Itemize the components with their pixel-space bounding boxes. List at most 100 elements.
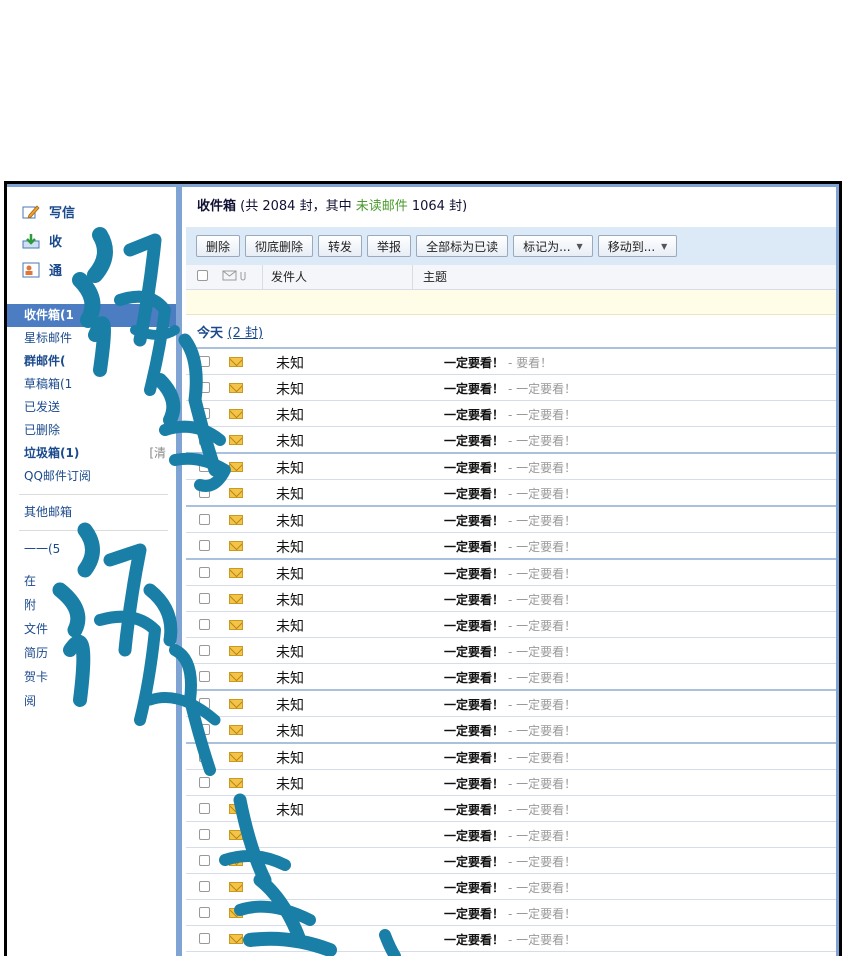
row-checkbox[interactable]: [199, 777, 210, 788]
tool-item[interactable]: 一一(5: [7, 537, 176, 561]
folder-inbox[interactable]: 收件箱(1: [7, 304, 176, 327]
row-checkbox[interactable]: [199, 514, 210, 525]
mail-row[interactable]: 未知 一定要看！ - 一定要看！: [186, 480, 836, 507]
subject-text[interactable]: 一定要看！: [444, 931, 504, 948]
row-checkbox[interactable]: [199, 356, 210, 367]
row-checkbox[interactable]: [199, 382, 210, 393]
forward-button[interactable]: 转发: [318, 235, 363, 257]
row-checkbox[interactable]: [199, 540, 210, 551]
mail-row[interactable]: 未知 一定要看！ - 一定要看！: [186, 770, 836, 796]
tool-item[interactable]: 阅: [7, 689, 176, 713]
group-count-link[interactable]: (2 封): [228, 326, 264, 341]
subject-text[interactable]: 一定要看！: [444, 827, 504, 844]
subject-text[interactable]: 一定要看！: [444, 591, 504, 608]
row-checkbox[interactable]: [199, 698, 210, 709]
mail-row[interactable]: 未知 一定要看！ - 一定要看！: [186, 638, 836, 664]
folder-spam[interactable]: 垃圾箱(1) [清: [7, 442, 176, 465]
subject-text[interactable]: 一定要看！: [444, 905, 504, 922]
other-mailboxes-link[interactable]: 其他邮箱: [7, 501, 176, 524]
subject-text[interactable]: 一定要看！: [444, 775, 504, 792]
subject-text[interactable]: 一定要看！: [444, 380, 504, 397]
row-checkbox[interactable]: [199, 567, 210, 578]
subject-text[interactable]: 一定要看！: [444, 565, 504, 582]
mail-row[interactable]: 一定要看！- 一定要看！: [186, 952, 836, 956]
folder-sent[interactable]: 已发送: [7, 396, 176, 419]
row-checkbox[interactable]: [199, 434, 210, 445]
tool-item[interactable]: 文件: [7, 617, 176, 641]
subject-text[interactable]: 一定要看！: [444, 669, 504, 686]
unread-link[interactable]: 未读邮件: [356, 199, 408, 214]
subject-text[interactable]: 一定要看！: [444, 485, 504, 502]
mail-row[interactable]: 未知 一定要看！ - 要看！: [186, 349, 836, 375]
row-checkbox[interactable]: [199, 724, 210, 735]
select-all-checkbox[interactable]: [197, 270, 208, 281]
clear-spam-link[interactable]: [清: [149, 442, 166, 465]
subject-text[interactable]: 一定要看！: [444, 512, 504, 529]
subject-column-header[interactable]: 主题: [412, 265, 447, 289]
subject-text[interactable]: 一定要看！: [444, 749, 504, 766]
delete-permanent-button[interactable]: 彻底删除: [245, 235, 314, 257]
mark-all-read-button[interactable]: 全部标为已读: [416, 235, 509, 257]
contacts-link[interactable]: 通: [21, 255, 176, 284]
folder-qq-subscriptions[interactable]: QQ邮件订阅: [7, 465, 176, 488]
tool-item[interactable]: 贺卡: [7, 665, 176, 689]
mail-row[interactable]: 一定要看！- 一定要看！: [186, 874, 836, 900]
row-checkbox[interactable]: [199, 671, 210, 682]
row-checkbox[interactable]: [199, 829, 210, 840]
mail-row[interactable]: 未知 一定要看！ - 一定要看！: [186, 401, 836, 427]
row-checkbox[interactable]: [199, 461, 210, 472]
mail-row[interactable]: 一定要看！- 一定要看！: [186, 848, 836, 874]
receive-link[interactable]: 收: [21, 226, 176, 255]
mail-row[interactable]: 未知 一定要看！ - 一定要看！: [186, 691, 836, 717]
delete-button[interactable]: 删除: [196, 235, 241, 257]
subject-text[interactable]: 一定要看！: [444, 617, 504, 634]
mail-row[interactable]: 未知 一定要看！ - 一定要看！: [186, 560, 836, 586]
row-checkbox[interactable]: [199, 933, 210, 944]
subject-text[interactable]: 一定要看！: [444, 354, 504, 371]
subject-text[interactable]: 一定要看！: [444, 879, 504, 896]
mail-row[interactable]: 未知 一定要看！ - 一定要看！: [186, 744, 836, 770]
mail-row[interactable]: 未知 一定要看！ - 一定要看！: [186, 612, 836, 638]
subject-text[interactable]: 一定要看！: [444, 432, 504, 449]
subject-text[interactable]: 一定要看！: [444, 643, 504, 660]
tool-item[interactable]: 在: [7, 569, 176, 593]
subject-text[interactable]: 一定要看！: [444, 406, 504, 423]
mail-row[interactable]: 未知 一定要看！ - 一定要看！: [186, 796, 836, 822]
mail-row[interactable]: 未知 一定要看！ - 一定要看！: [186, 586, 836, 612]
report-button[interactable]: 举报: [367, 235, 412, 257]
folder-drafts[interactable]: 草稿箱(1: [7, 373, 176, 396]
mail-row[interactable]: 一定要看！- 一定要看！: [186, 926, 836, 952]
row-checkbox[interactable]: [199, 593, 210, 604]
folder-deleted[interactable]: 已删除: [7, 419, 176, 442]
subject-text[interactable]: 一定要看！: [444, 722, 504, 739]
mark-as-dropdown[interactable]: 标记为... ▼: [513, 235, 593, 257]
tool-item[interactable]: 简历: [7, 641, 176, 665]
row-checkbox[interactable]: [199, 619, 210, 630]
mail-row[interactable]: 未知 一定要看！ - 一定要看！: [186, 427, 836, 454]
move-to-dropdown[interactable]: 移动到... ▼: [597, 235, 678, 257]
folder-group-mail[interactable]: 群邮件(: [7, 350, 176, 373]
mail-row[interactable]: 未知 一定要看！ - 一定要看！: [186, 454, 836, 480]
row-checkbox[interactable]: [199, 881, 210, 892]
mail-row[interactable]: 未知 一定要看！ - 一定要看！: [186, 375, 836, 401]
row-checkbox[interactable]: [199, 408, 210, 419]
mail-row[interactable]: 未知 一定要看！ - 一定要看！: [186, 664, 836, 691]
subject-text[interactable]: 一定要看！: [444, 801, 504, 818]
mail-row[interactable]: 未知 一定要看！ - 一定要看！: [186, 717, 836, 744]
subject-text[interactable]: 一定要看！: [444, 459, 504, 476]
sender-column-header[interactable]: 发件人: [262, 265, 412, 289]
row-checkbox[interactable]: [199, 751, 210, 762]
row-checkbox[interactable]: [199, 803, 210, 814]
row-checkbox[interactable]: [199, 645, 210, 656]
mail-row[interactable]: 一定要看！- 一定要看！: [186, 822, 836, 848]
tool-item[interactable]: 附: [7, 593, 176, 617]
row-checkbox[interactable]: [199, 855, 210, 866]
folder-starred[interactable]: 星标邮件: [7, 327, 176, 350]
subject-text[interactable]: 一定要看！: [444, 696, 504, 713]
row-checkbox[interactable]: [199, 487, 210, 498]
mail-row[interactable]: 未知 一定要看！ - 一定要看！: [186, 533, 836, 560]
mail-row[interactable]: 一定要看！- 一定要看！: [186, 900, 836, 926]
row-checkbox[interactable]: [199, 907, 210, 918]
subject-text[interactable]: 一定要看！: [444, 853, 504, 870]
subject-text[interactable]: 一定要看！: [444, 538, 504, 555]
